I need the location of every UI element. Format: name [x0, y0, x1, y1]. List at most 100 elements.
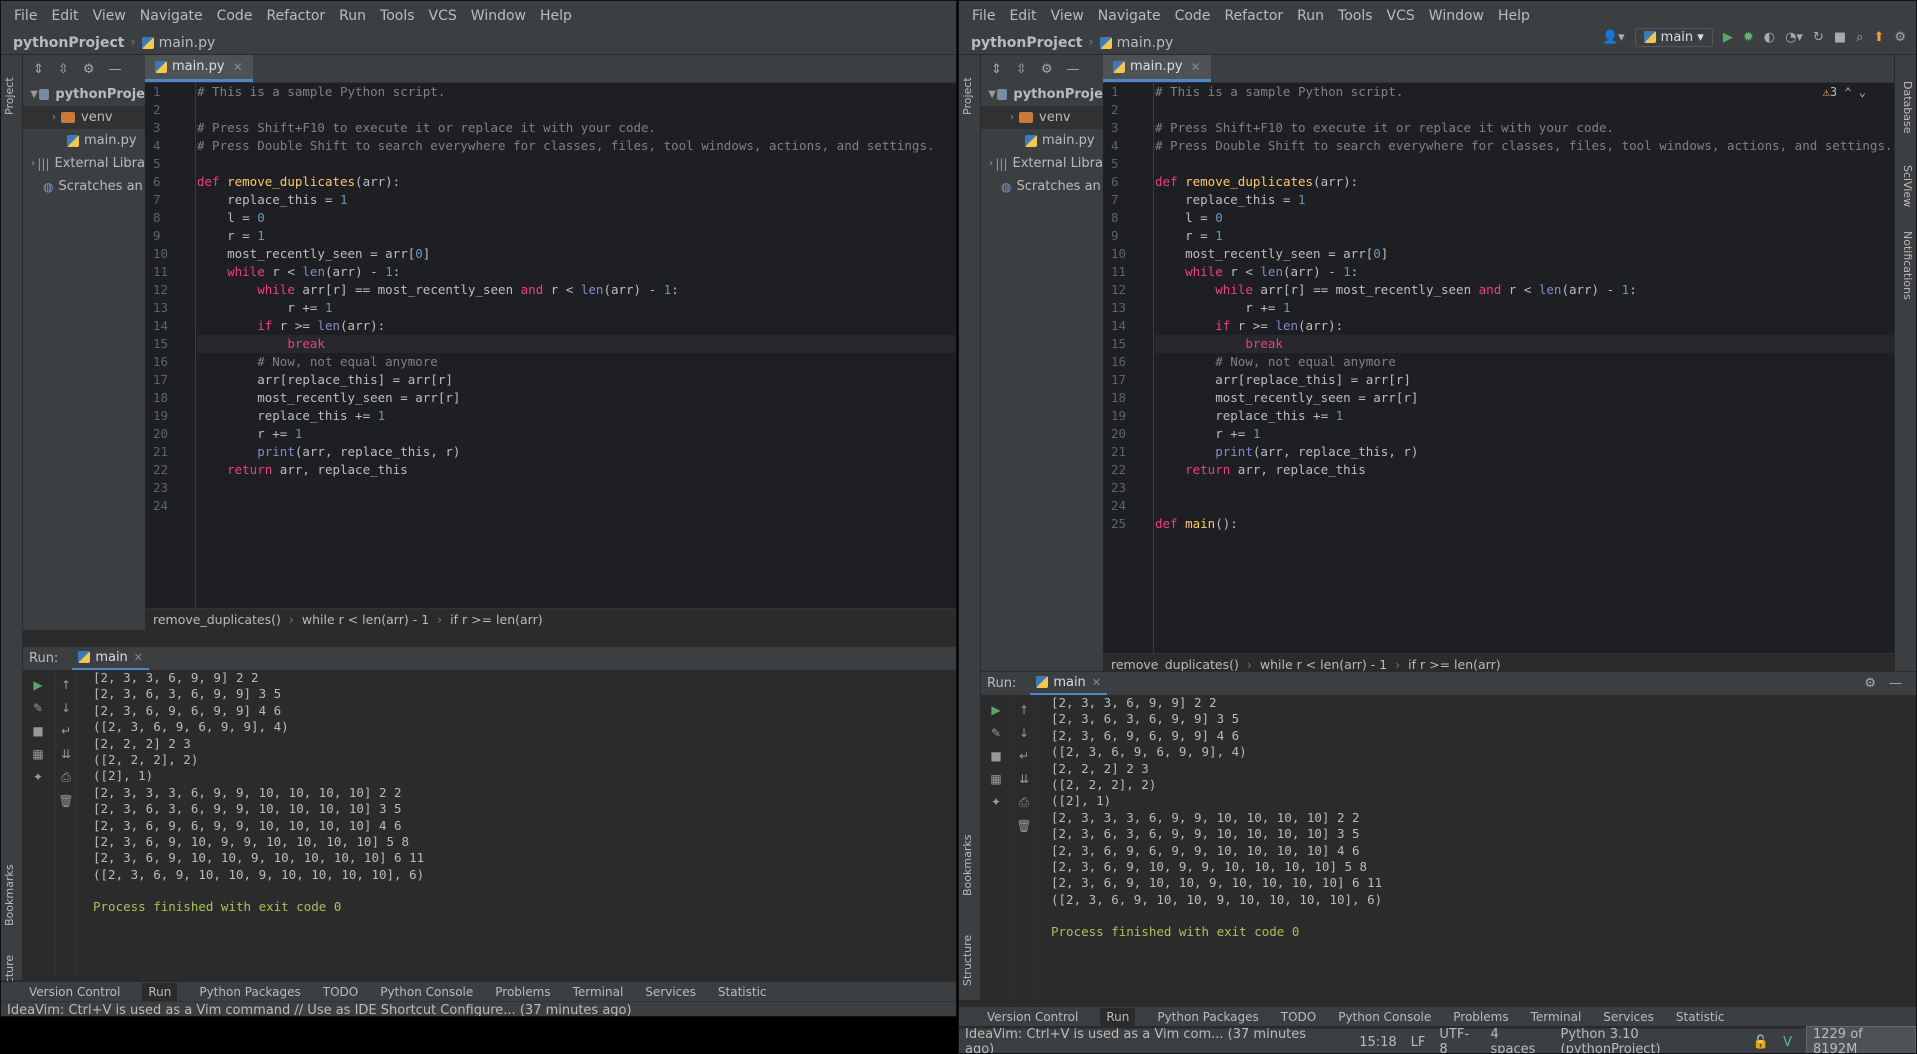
tool-python-packages[interactable]: Python Packages — [1157, 1010, 1258, 1024]
bookmarks-tool-tab[interactable]: Bookmarks — [3, 855, 21, 935]
tree-item-project-root[interactable]: ▼ pythonProje — [981, 83, 1103, 106]
menu-navigate[interactable]: Navigate — [1091, 8, 1168, 24]
rerun-icon[interactable]: ▶ — [33, 678, 42, 692]
tool-python-packages[interactable]: Python Packages — [199, 985, 300, 999]
code-line[interactable]: return arr, replace_this — [197, 461, 956, 479]
tool-run[interactable]: Run — [1100, 1007, 1136, 1026]
console-output[interactable]: [2, 3, 3, 6, 9, 9] 2 2 [2, 3, 6, 3, 6, 9,… — [93, 670, 424, 916]
crumb-if[interactable]: if r >= len(arr) — [1408, 657, 1500, 672]
code-line[interactable] — [197, 155, 956, 173]
minimize-icon[interactable]: — — [108, 62, 121, 77]
code-line[interactable]: def remove_duplicates(arr): — [197, 173, 956, 191]
tool-python-console[interactable]: Python Console — [380, 985, 473, 999]
menu-code[interactable]: Code — [1168, 8, 1218, 24]
rerun-icon[interactable]: ▶ — [991, 703, 1000, 717]
trash-icon[interactable]: 🗑 — [58, 794, 73, 808]
code-line[interactable]: # Press Shift+F10 to execute it or repla… — [197, 119, 956, 137]
code-line[interactable]: r += 1 — [1155, 425, 1896, 443]
rerun-icon[interactable]: ↻ — [1813, 30, 1824, 45]
indent-setting[interactable]: 4 spaces — [1490, 1027, 1546, 1053]
code-lines[interactable]: # This is a sample Python script. # Pres… — [197, 83, 956, 515]
project-tool-tab[interactable]: Project — [961, 61, 979, 131]
crumb-while[interactable]: while r < len(arr) - 1 — [1260, 657, 1387, 672]
breadcrumb-file[interactable]: main.py — [141, 35, 215, 51]
update-icon[interactable]: ⬆ — [1873, 30, 1884, 45]
tree-item-scratches[interactable]: ◍ Scratches an — [23, 175, 145, 198]
search-icon[interactable]: ⌕ — [1856, 30, 1863, 45]
code-line[interactable]: r += 1 — [1155, 299, 1896, 317]
crumb-while[interactable]: while r < len(arr) - 1 — [302, 612, 429, 627]
code-line[interactable]: if r >= len(arr): — [1155, 317, 1896, 335]
code-line[interactable]: arr[replace_this] = arr[r] — [197, 371, 956, 389]
chevron-down-icon[interactable]: ▼ — [987, 89, 997, 100]
menu-help[interactable]: Help — [533, 8, 579, 24]
close-icon[interactable]: ✕ — [1092, 676, 1101, 689]
code-line[interactable] — [197, 479, 956, 497]
layout-icon[interactable]: ▦ — [990, 772, 1001, 786]
code-line[interactable]: most_recently_seen = arr[0] — [1155, 245, 1896, 263]
code-line[interactable]: l = 0 — [197, 209, 956, 227]
scroll-down-icon[interactable]: ↓ — [1019, 726, 1029, 740]
tool-services[interactable]: Services — [1603, 1010, 1654, 1024]
menu-file[interactable]: File — [7, 8, 44, 24]
breadcrumb-file[interactable]: main.py — [1099, 35, 1173, 51]
code-area[interactable]: 1 2 3 4 5 6 7 8 9 10 11 12 13 14 15 16 17 18 19 20 21 22 23 24 2… — [1103, 83, 1896, 653]
code-line[interactable]: # Now, not equal anymore — [197, 353, 956, 371]
close-icon[interactable]: ✕ — [134, 651, 143, 664]
user-icon[interactable]: 👤▾ — [1602, 30, 1625, 45]
code-lines[interactable]: # This is a sample Python script. # Pres… — [1155, 83, 1896, 533]
code-line[interactable]: r += 1 — [197, 299, 956, 317]
trash-icon[interactable]: 🗑 — [1016, 819, 1031, 833]
expand-all-icon[interactable]: ⇕ — [33, 62, 44, 77]
code-line[interactable]: r = 1 — [197, 227, 956, 245]
chevron-right-icon[interactable]: › — [29, 158, 37, 169]
menu-tools[interactable]: Tools — [373, 8, 422, 24]
close-icon[interactable]: ✕ — [233, 60, 243, 74]
menu-tools[interactable]: Tools — [1331, 8, 1380, 24]
close-icon[interactable]: ✕ — [1191, 60, 1201, 74]
menu-file[interactable]: File — [965, 8, 1002, 24]
code-line[interactable]: replace_this = 1 — [197, 191, 956, 209]
debug-icon[interactable]: ✹ — [1743, 30, 1754, 45]
chevron-right-icon[interactable]: › — [47, 112, 61, 123]
layout-icon[interactable]: ▦ — [32, 747, 43, 761]
menu-refactor[interactable]: Refactor — [259, 8, 332, 24]
code-line[interactable] — [197, 497, 956, 515]
menu-refactor[interactable]: Refactor — [1217, 8, 1290, 24]
memory-indicator[interactable]: 1229 of 8192M — [1805, 1026, 1916, 1053]
scroll-up-icon[interactable]: ↑ — [61, 678, 71, 692]
tool-todo[interactable]: TODO — [323, 985, 358, 999]
scroll-to-end-icon[interactable]: ⇊ — [1019, 772, 1029, 786]
bookmarks-tool-tab[interactable]: Bookmarks — [961, 825, 979, 905]
gear-icon[interactable]: ⚙ — [1864, 676, 1876, 691]
code-line[interactable]: break — [197, 335, 956, 353]
inspection-widget[interactable]: ⚠3 ⌃ ⌄ — [1823, 85, 1866, 99]
scroll-up-icon[interactable]: ↑ — [1019, 703, 1029, 717]
code-line[interactable] — [197, 101, 956, 119]
tree-item-project-root[interactable]: ▼ pythonProje — [23, 83, 145, 106]
settings-icon[interactable]: ⚙ — [1894, 30, 1906, 45]
stop-icon[interactable]: ■ — [1834, 30, 1846, 45]
chevron-right-icon[interactable]: › — [987, 158, 995, 169]
menu-vcs[interactable]: VCS — [1380, 8, 1422, 24]
menu-navigate[interactable]: Navigate — [133, 8, 210, 24]
code-area[interactable]: 1 2 3 4 5 6 7 8 9 10 11 12 13 14 15 16 17 18 19 20 21 22 23 24 … — [145, 83, 956, 608]
code-line[interactable]: def remove_duplicates(arr): — [1155, 173, 1896, 191]
tree-item-venv[interactable]: › venv — [981, 106, 1103, 129]
code-line[interactable] — [1155, 497, 1896, 515]
code-line[interactable]: # Now, not equal anymore — [1155, 353, 1896, 371]
code-line[interactable]: while arr[r] == most_recently_seen and r… — [1155, 281, 1896, 299]
tool-run[interactable]: Run — [142, 982, 178, 1001]
menu-edit[interactable]: Edit — [44, 8, 85, 24]
project-tool-tab[interactable]: Project — [3, 61, 21, 131]
crumb-function[interactable]: remove_duplicates() — [1111, 657, 1239, 672]
menu-window[interactable]: Window — [464, 8, 533, 24]
crumb-function[interactable]: remove_duplicates() — [153, 612, 281, 627]
coverage-icon[interactable]: ◐ — [1764, 30, 1775, 45]
menu-edit[interactable]: Edit — [1002, 8, 1043, 24]
run-tab-main[interactable]: main ✕ — [1030, 672, 1108, 696]
breadcrumb-project[interactable]: pythonProject — [971, 35, 1082, 51]
database-tool-tab[interactable]: Database — [1898, 81, 1914, 161]
soft-wrap-icon[interactable]: ↵ — [61, 724, 71, 738]
tool-statistic[interactable]: Statistic — [1676, 1010, 1725, 1024]
